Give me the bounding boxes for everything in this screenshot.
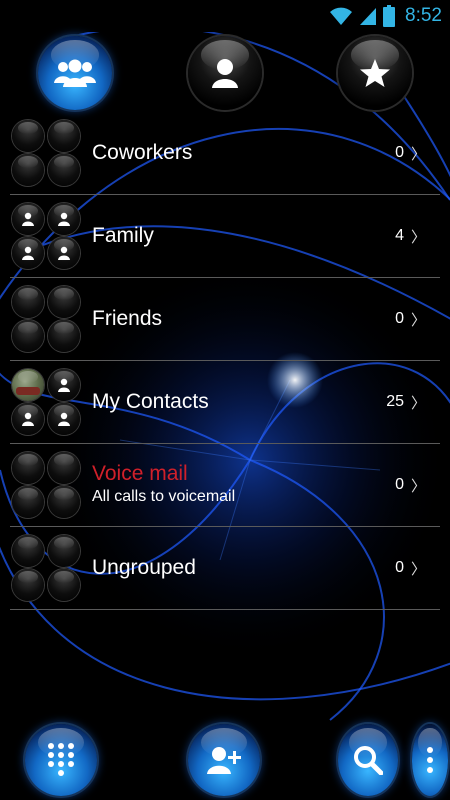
group-name: Voice mail — [92, 462, 188, 485]
person-icon — [58, 378, 70, 392]
bottom-action-bar — [0, 718, 450, 800]
add-contact-button[interactable] — [188, 724, 260, 796]
person-icon — [58, 246, 70, 260]
avatar — [48, 286, 80, 318]
avatar — [12, 569, 44, 601]
overflow-menu-button[interactable] — [412, 724, 448, 796]
group-count-wrap: 0 〉 — [395, 444, 426, 526]
avatar — [48, 154, 80, 186]
avatar — [12, 535, 44, 567]
avatar — [48, 237, 80, 269]
search-icon — [354, 746, 383, 775]
group-name: Family — [92, 224, 154, 247]
group-row-coworkers[interactable]: Coworkers 0 〉 — [10, 112, 440, 195]
group-row-my-contacts[interactable]: My Contacts 25 〉 — [10, 361, 440, 444]
avatar — [48, 120, 80, 152]
group-count: 4 — [395, 227, 404, 244]
avatar — [48, 452, 80, 484]
chevron-right-icon: 〉 — [410, 477, 426, 495]
avatar — [12, 203, 44, 235]
signal-icon — [360, 8, 377, 25]
status-bar: 8:52 — [0, 0, 450, 32]
tab-groups[interactable] — [38, 36, 112, 110]
overflow-menu-icon — [427, 747, 433, 773]
group-count-wrap: 0 〉 — [395, 278, 426, 360]
group-list: Coworkers 0 〉 Family 4 〉 Friends 0 〉 My … — [0, 112, 450, 610]
group-name-block: Voice mail All calls to voicemail — [92, 462, 235, 506]
avatar — [12, 320, 44, 352]
avatar-photo — [12, 369, 44, 401]
chevron-right-icon: 〉 — [410, 311, 426, 329]
group-count: 0 — [395, 559, 404, 576]
person-icon — [212, 59, 238, 88]
avatar — [12, 154, 44, 186]
add-contact-icon — [207, 747, 241, 774]
avatar — [48, 535, 80, 567]
avatar — [48, 486, 80, 518]
avatar — [48, 320, 80, 352]
wifi-icon — [330, 7, 353, 25]
group-name: My Contacts — [92, 390, 209, 413]
chevron-right-icon: 〉 — [410, 560, 426, 578]
clock: 8:52 — [405, 5, 442, 26]
avatar-grid — [10, 118, 84, 188]
avatar-grid — [10, 284, 84, 354]
group-count: 25 — [386, 393, 404, 410]
group-name: Friends — [92, 307, 163, 330]
tab-contacts[interactable] — [188, 36, 262, 110]
group-count: 0 — [395, 476, 404, 493]
group-count-wrap: 4 〉 — [395, 195, 426, 277]
chevron-right-icon: 〉 — [410, 394, 426, 412]
avatar-grid — [10, 450, 84, 520]
person-icon — [58, 212, 70, 226]
star-icon — [360, 59, 390, 87]
group-count-wrap: 0 〉 — [395, 112, 426, 194]
avatar — [48, 203, 80, 235]
group-row-voice-mail[interactable]: Voice mail All calls to voicemail 0 〉 — [10, 444, 440, 527]
group-row-ungrouped[interactable]: Ungrouped 0 〉 — [10, 527, 440, 610]
avatar-grid — [10, 533, 84, 603]
avatar — [48, 403, 80, 435]
person-icon — [22, 412, 34, 426]
avatar — [12, 486, 44, 518]
dialpad-button[interactable] — [25, 724, 97, 796]
dialpad-icon — [48, 743, 74, 776]
avatar — [12, 403, 44, 435]
person-icon — [22, 246, 34, 260]
avatar — [12, 237, 44, 269]
group-name: Ungrouped — [92, 556, 196, 579]
avatar — [12, 286, 44, 318]
groups-icon — [54, 59, 96, 87]
avatar-grid — [10, 201, 84, 271]
group-count-wrap: 25 〉 — [386, 361, 426, 443]
group-count-wrap: 0 〉 — [395, 527, 426, 609]
group-row-friends[interactable]: Friends 0 〉 — [10, 278, 440, 361]
tab-favorites[interactable] — [338, 36, 412, 110]
group-subtitle: All calls to voicemail — [92, 488, 236, 505]
chevron-right-icon: 〉 — [410, 228, 426, 246]
person-icon — [58, 412, 70, 426]
tab-bar — [0, 32, 450, 120]
group-name: Coworkers — [92, 141, 193, 164]
chevron-right-icon: 〉 — [410, 145, 426, 163]
battery-icon — [383, 5, 396, 27]
avatar — [12, 120, 44, 152]
search-button[interactable] — [338, 724, 398, 796]
avatar — [48, 369, 80, 401]
avatar-grid — [10, 367, 84, 437]
avatar — [12, 452, 44, 484]
group-count: 0 — [395, 310, 404, 327]
avatar — [48, 569, 80, 601]
person-icon — [22, 212, 34, 226]
group-count: 0 — [395, 144, 404, 161]
group-row-family[interactable]: Family 4 〉 — [10, 195, 440, 278]
